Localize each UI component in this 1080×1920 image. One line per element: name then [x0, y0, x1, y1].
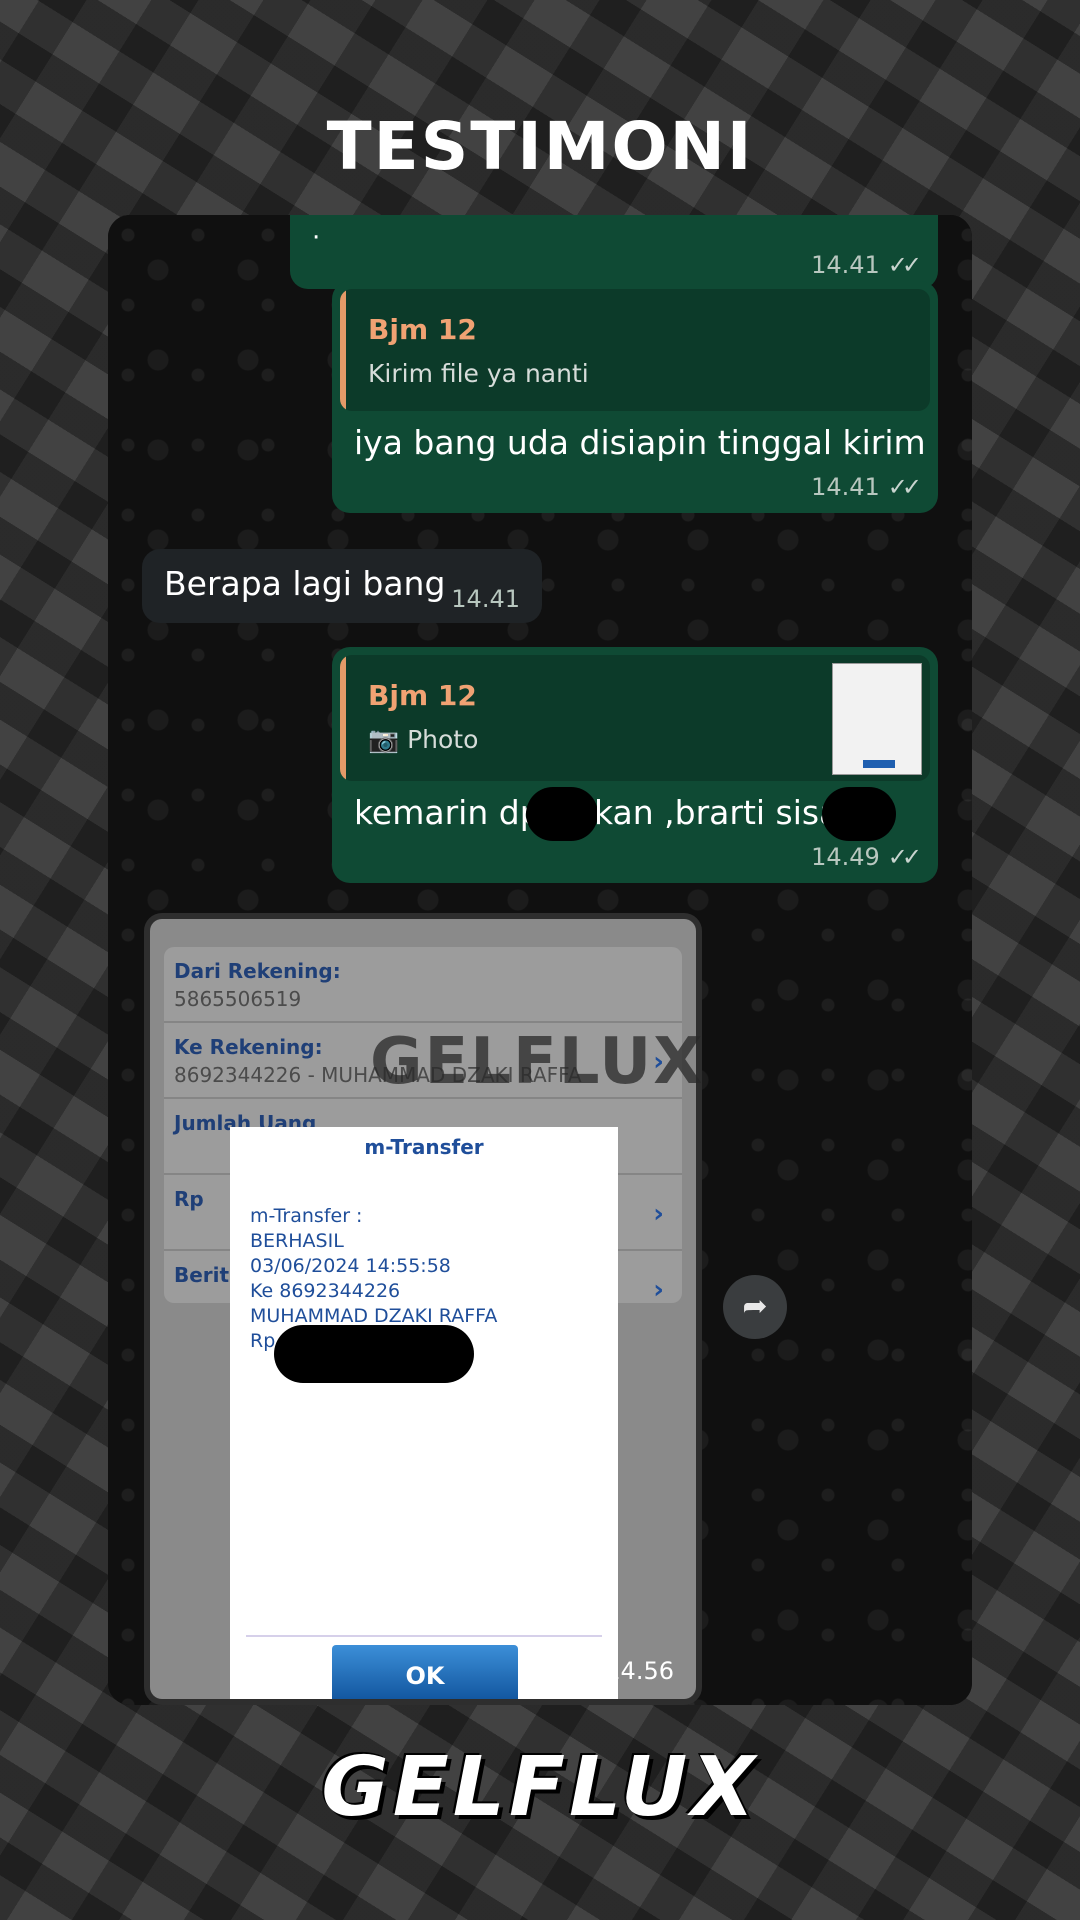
- message-time: 14.41: [811, 251, 880, 279]
- message-meta: 14.41 ✓✓: [811, 473, 922, 501]
- ok-button[interactable]: OK: [332, 1645, 518, 1699]
- dialog-line: 03/06/2024 14:55:58: [250, 1255, 451, 1277]
- quote-text: Photo: [407, 725, 479, 754]
- quote-photo-label: 📷 Photo: [368, 725, 478, 755]
- redaction-mark: [526, 787, 598, 841]
- page-title: TESTIMONI: [326, 108, 754, 185]
- message-time: 14.41: [811, 473, 880, 501]
- forward-icon[interactable]: ➦: [723, 1275, 787, 1339]
- chevron-right-icon: ›: [653, 1275, 664, 1305]
- thumbnail-ok-bar: [863, 760, 895, 768]
- message-bubble-outgoing[interactable]: Bjm 12 Kirim file ya nanti iya bang uda …: [332, 281, 938, 513]
- quote-author: Bjm 12: [368, 679, 477, 712]
- photo-time: 14.56: [605, 1657, 674, 1685]
- message-text: iya bang uda disiapin tinggal kirim: [354, 423, 926, 462]
- brand-logo: GELFLUX: [321, 1740, 759, 1835]
- form-row: Dari Rekening: 5865506519: [164, 947, 682, 1023]
- message-time: 14.49: [811, 843, 880, 871]
- redaction-mark: [274, 1325, 474, 1383]
- message-meta: 14.49 ✓✓: [811, 843, 922, 871]
- message-text-part1: kemarin dp: [354, 793, 541, 832]
- form-label: Ke Rekening:: [174, 1035, 323, 1059]
- quoted-message[interactable]: Bjm 12 📷 Photo: [340, 655, 930, 781]
- quote-thumbnail[interactable]: [832, 663, 922, 775]
- chevron-right-icon: ›: [653, 1199, 664, 1229]
- watermark: GELFLUX: [370, 1025, 705, 1099]
- message-bubble-incoming[interactable]: Berapa lagi bang 14.41: [142, 549, 542, 623]
- quote-text: Kirim file ya nanti: [368, 359, 589, 388]
- form-value: 5865506519: [174, 987, 302, 1011]
- message-text-part2: kan ,brarti sisa: [594, 793, 840, 832]
- dialog-line: Rp: [250, 1330, 276, 1352]
- double-check-icon: ✓✓: [887, 473, 922, 501]
- redaction-mark: [822, 787, 896, 841]
- double-check-icon: ✓✓: [887, 843, 922, 871]
- dialog-line: MUHAMMAD DZAKI RAFFA: [250, 1305, 498, 1327]
- chat-screenshot: · 14.41 ✓✓ Bjm 12 Kirim file ya nanti iy…: [108, 215, 972, 1705]
- message-text: ·: [312, 223, 321, 253]
- dialog-line: Ke 8692344226: [250, 1280, 401, 1302]
- message-bubble-outgoing[interactable]: Bjm 12 📷 Photo kemarin dp kan ,brarti si…: [332, 647, 938, 883]
- message-time: 14.41: [451, 585, 520, 613]
- dialog-divider: [246, 1635, 602, 1637]
- message-text: Berapa lagi bang: [164, 564, 446, 603]
- quoted-message[interactable]: Bjm 12 Kirim file ya nanti: [340, 289, 930, 411]
- form-label: Rp: [174, 1187, 204, 1211]
- message-meta: 14.41 ✓✓: [811, 251, 922, 279]
- dialog-line: m-Transfer :: [250, 1205, 363, 1227]
- form-label: Dari Rekening:: [174, 959, 341, 983]
- transfer-dialog: m-Transfer m-Transfer : BERHASIL 03/06/2…: [230, 1127, 618, 1699]
- message-bubble-outgoing[interactable]: · 14.41 ✓✓: [290, 215, 938, 289]
- camera-icon: 📷: [368, 725, 400, 754]
- dialog-title: m-Transfer: [364, 1135, 484, 1159]
- quote-author: Bjm 12: [368, 313, 477, 346]
- dialog-line: BERHASIL: [250, 1230, 344, 1252]
- double-check-icon: ✓✓: [887, 251, 922, 279]
